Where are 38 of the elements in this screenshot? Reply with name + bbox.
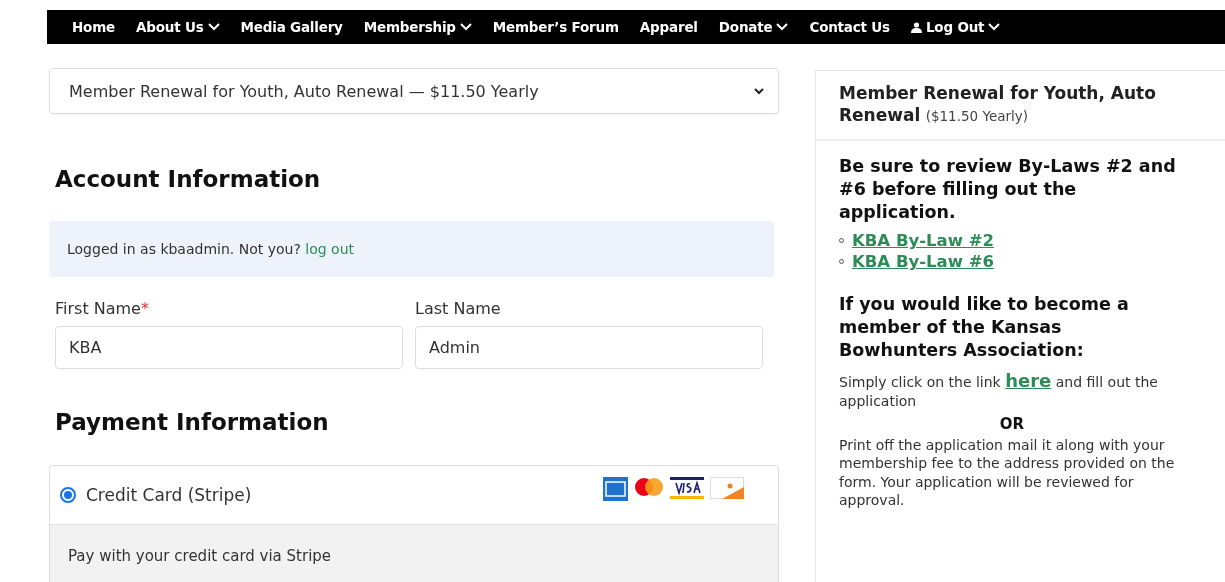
nav-link[interactable]: Media Gallery [231,19,355,35]
input-field[interactable]: Admin [415,326,763,369]
sidebar-title: Member Renewal for Youth, Auto Renewal ($11.50 Yearly) [816,71,1225,142]
payment-description: Pay with your credit card via Stripe [68,547,332,565]
notice-text: Logged in as kbaadmin. Not you? [67,241,302,257]
field-label: Last Name [415,299,502,318]
section-heading: Payment Information [55,409,330,435]
chevron-down-icon [207,23,220,31]
chevron-down-icon [988,23,1001,31]
radio-button[interactable] [60,487,76,503]
nav-menu[interactable]: Membership [354,19,484,35]
level-select[interactable]: Member Renewal for Youth, Auto Renewal — $11.50 Yearly [49,68,779,114]
nav-link[interactable]: Apparel [630,19,710,35]
chevron-down-icon [776,23,789,31]
field-label: First Name* [55,299,150,318]
join-heading: If you would like to become a member of the Kansas Bowhunters Association: [839,293,1130,362]
mastercard-icon [634,477,664,497]
input-field[interactable]: KBA [55,326,403,369]
or-text: OR [998,414,1026,433]
bylaw-link[interactable]: KBA By-Law #2 [852,231,994,251]
chevron-down-icon [459,23,472,31]
payment-method-label: Credit Card (Stripe) [86,485,253,505]
nav-menu[interactable]: Donate [709,19,801,35]
here-link[interactable]: here [1005,369,1052,391]
logout-link[interactable]: log out [305,241,355,257]
nav-menu[interactable]: About Us [127,19,232,35]
review-heading: Be sure to review By-Laws #2 and #6 before filling out the application. [839,155,1177,224]
nav-link[interactable]: Member’s Forum [483,19,631,35]
mail-text: Print off the application mail it along with your membership fee to the address provided on the form. Your application will be reviewed for approval. [839,435,1176,510]
join-text: Simply click on the link here and fill out the application [839,368,1159,411]
section-heading: Account Information [55,166,322,192]
nav-link[interactable]: Home [63,19,127,35]
nav-link[interactable]: Contact Us [800,19,902,35]
bylaw-link[interactable]: KBA By-Law #6 [852,252,994,272]
user-icon [910,21,922,33]
account-menu[interactable]: Log Out [901,19,1013,35]
visa-card-icon [670,477,704,499]
dropdown-caret-icon [754,87,764,95]
